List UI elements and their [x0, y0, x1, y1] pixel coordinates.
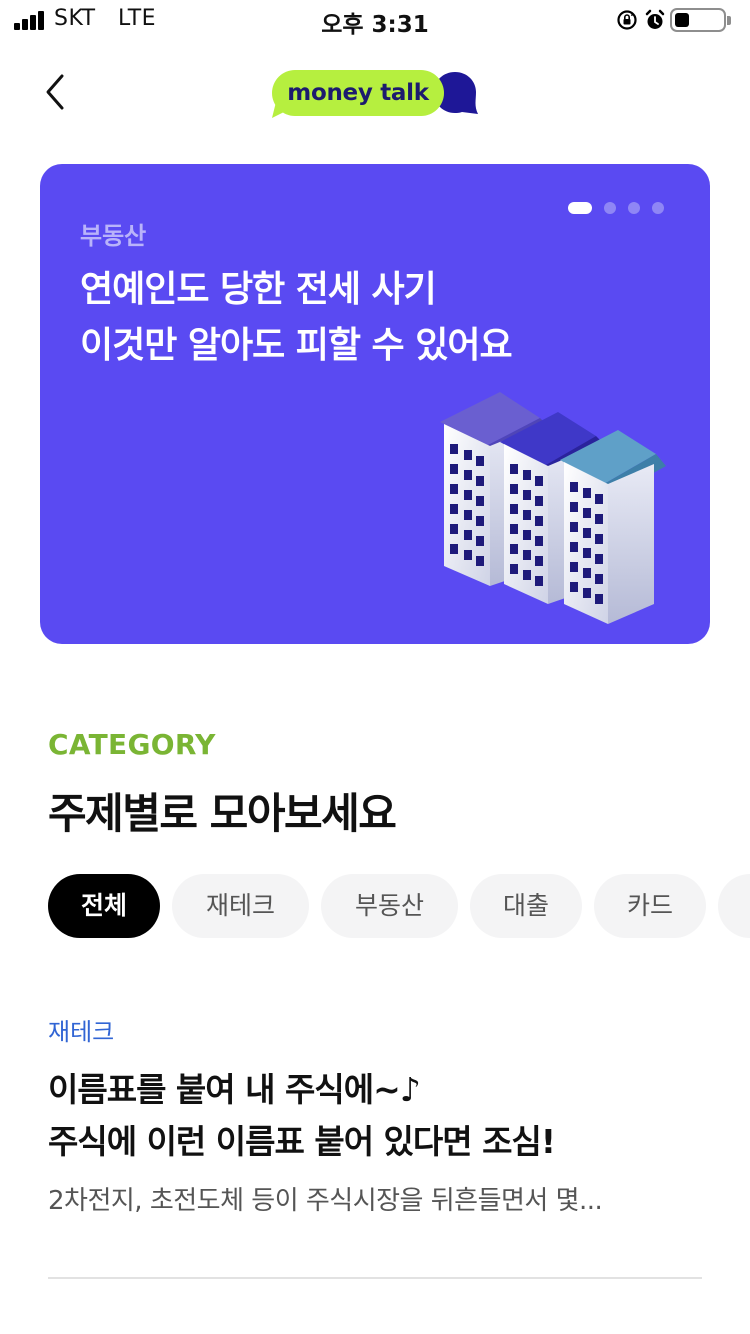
article-item[interactable]: 재테크 이름표를 붙여 내 주식에~♪ 주식에 이런 이름표 붙어 있다면 조심… [48, 1012, 702, 1216]
category-chip-list[interactable]: 전체 재테크 부동산 대출 카드 [48, 874, 750, 938]
article-title-line-2: 주식에 이런 이름표 붙어 있다면 조심! [48, 1122, 556, 1161]
banner-title-line-1: 연예인도 당한 전세 사기 [80, 269, 437, 310]
banner-pagination [568, 202, 664, 214]
category-eyebrow: CATEGORY [48, 728, 216, 761]
logo-text: money talk [287, 80, 429, 106]
banner-title-line-2: 이것만 알아도 피할 수 있어요 [80, 325, 513, 366]
buildings-illustration-icon [440, 392, 666, 624]
article-category-tag: 재테크 [48, 1018, 115, 1046]
battery-level-fill [675, 13, 689, 27]
pagination-dot [604, 202, 616, 214]
chip-loan[interactable]: 대출 [470, 874, 582, 938]
banner-title: 연예인도 당한 전세 사기 이것만 알아도 피할 수 있어요 [80, 262, 513, 374]
chip-investment[interactable]: 재테크 [172, 874, 309, 938]
chip-all[interactable]: 전체 [48, 874, 160, 938]
pagination-dot-active [568, 202, 592, 214]
category-heading: 주제별로 모아보세요 [48, 789, 397, 838]
featured-banner[interactable]: 부동산 연예인도 당한 전세 사기 이것만 알아도 피할 수 있어요 [40, 164, 710, 644]
money-talk-logo[interactable]: money talk [272, 68, 482, 120]
logo-front-bubble: money talk [272, 70, 444, 118]
chevron-left-icon [46, 74, 64, 110]
article-title: 이름표를 붙여 내 주식에~♪ 주식에 이런 이름표 붙어 있다면 조심! [48, 1064, 556, 1168]
chip-real-estate[interactable]: 부동산 [321, 874, 458, 938]
article-description: 2차전지, 초전도체 등이 주식시장을 뒤흔들면서 몇... [48, 1186, 603, 1216]
back-button[interactable] [30, 68, 80, 118]
article-divider [48, 1277, 702, 1279]
alarm-clock-icon [645, 9, 665, 29]
status-bar: SKT LTE 오후 3:31 [0, 0, 750, 44]
app-header: money talk [0, 44, 750, 144]
chip-card[interactable]: 카드 [594, 874, 706, 938]
article-title-line-1: 이름표를 붙여 내 주식에~♪ [48, 1070, 421, 1109]
pagination-dot [652, 202, 664, 214]
pagination-dot [628, 202, 640, 214]
status-icons [616, 8, 736, 32]
chip-more[interactable] [718, 874, 750, 938]
rotation-lock-icon [617, 10, 637, 30]
banner-category: 부동산 [80, 222, 147, 250]
battery-icon [670, 8, 731, 32]
